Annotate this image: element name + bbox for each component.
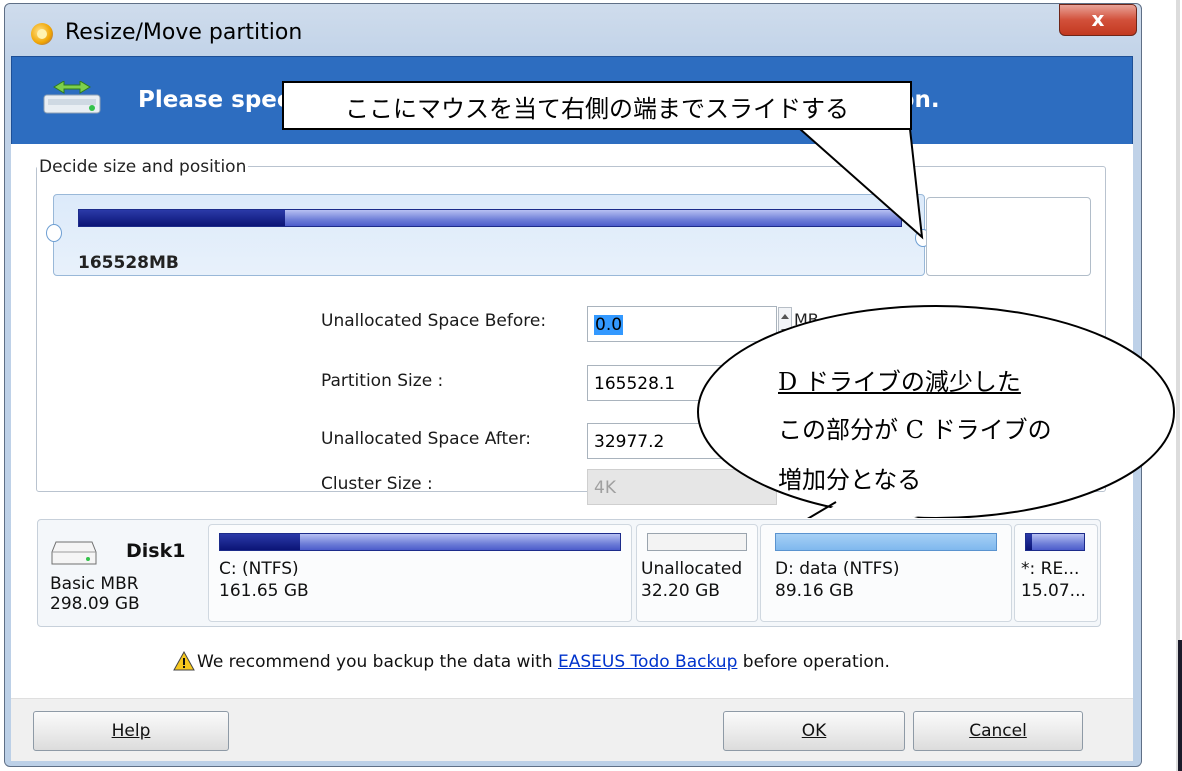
bubble-line-1: D ドライブの減少した — [778, 368, 1021, 396]
speech-bubble — [697, 305, 1175, 518]
top-callout: ここにマウスを当て右側の端までスライドする — [282, 81, 912, 130]
top-callout-pointer — [797, 128, 924, 240]
top-callout-text: ここにマウスを当て右側の端までスライドする — [345, 95, 849, 123]
bubble-line-3: 増加分となる — [778, 466, 922, 494]
background-edge — [1176, 0, 1182, 771]
bubble-line-2: この部分が C ドライブの — [778, 416, 1052, 444]
